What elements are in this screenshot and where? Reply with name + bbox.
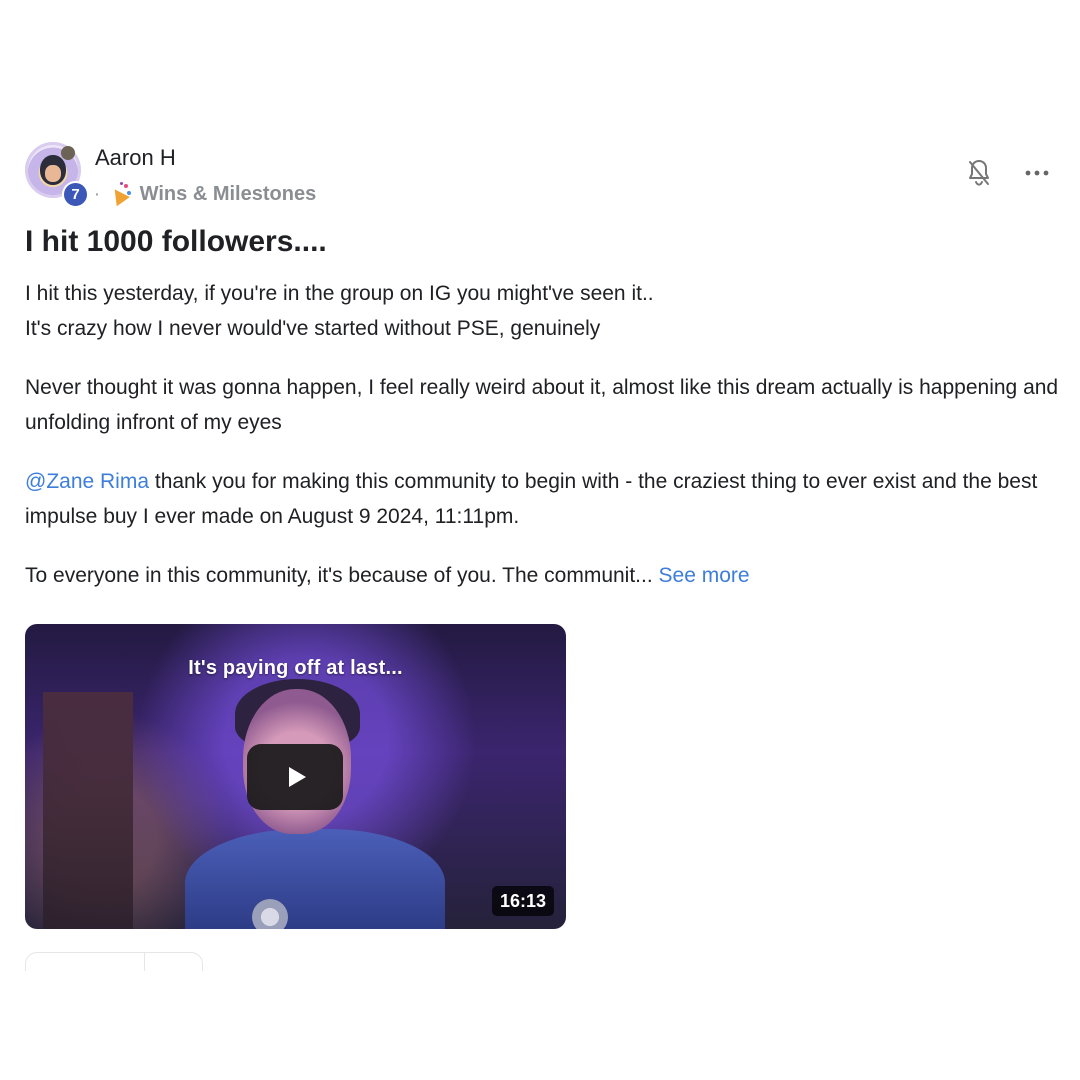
microphone-icon	[252, 899, 288, 929]
page: { "post": { "author": { "name": "Aaron H…	[0, 0, 1080, 1080]
post-card: 7 Aaron H · Wins & Milestones I hit 1000…	[25, 140, 1070, 971]
paragraph-3: @Zane Rima thank you for making this com…	[25, 464, 1070, 534]
play-icon[interactable]	[247, 744, 343, 810]
paragraph-2: Never thought it was gonna happen, I fee…	[25, 376, 1059, 434]
reaction-bar-partial[interactable]	[25, 952, 203, 971]
post-body: I hit this yesterday, if you're in the g…	[25, 276, 1070, 593]
reaction-divider	[144, 953, 145, 971]
user-mention[interactable]: @Zane Rima	[25, 470, 149, 493]
see-more-link[interactable]: See more	[659, 564, 750, 587]
author-avatar[interactable]: 7	[25, 142, 89, 208]
video-duration: 16:13	[491, 886, 554, 916]
video-overlay-text: It's paying off at last...	[188, 657, 403, 679]
post-header: 7 Aaron H · Wins & Milestones	[25, 140, 1070, 212]
more-horizontal-icon[interactable]	[1024, 160, 1050, 186]
video-background-door	[43, 692, 133, 929]
paragraph-4-text: To everyone in this community, it's beca…	[25, 564, 659, 587]
post-meta: · Wins & Milestones	[95, 181, 316, 207]
paragraph-4: To everyone in this community, it's beca…	[25, 558, 1070, 593]
author-name[interactable]: Aaron H	[95, 145, 176, 171]
level-badge: 7	[62, 181, 89, 208]
avatar-mini-image	[61, 146, 75, 160]
party-popper-icon	[107, 182, 132, 207]
paragraph-3-text: thank you for making this community to b…	[25, 470, 1038, 528]
post-title: I hit 1000 followers....	[25, 225, 327, 258]
category-label[interactable]: Wins & Milestones	[140, 181, 317, 207]
paragraph-1: I hit this yesterday, if you're in the g…	[25, 276, 1070, 346]
video-person-shirt	[185, 829, 445, 929]
video-thumbnail[interactable]: It's paying off at last... 16:13	[25, 624, 566, 929]
bell-off-icon[interactable]	[966, 158, 992, 188]
paragraph-1-line-2: It's crazy how I never would've started …	[25, 317, 601, 340]
paragraph-1-line-1: I hit this yesterday, if you're in the g…	[25, 282, 654, 305]
meta-separator: ·	[95, 186, 100, 202]
avatar-face	[40, 155, 66, 185]
